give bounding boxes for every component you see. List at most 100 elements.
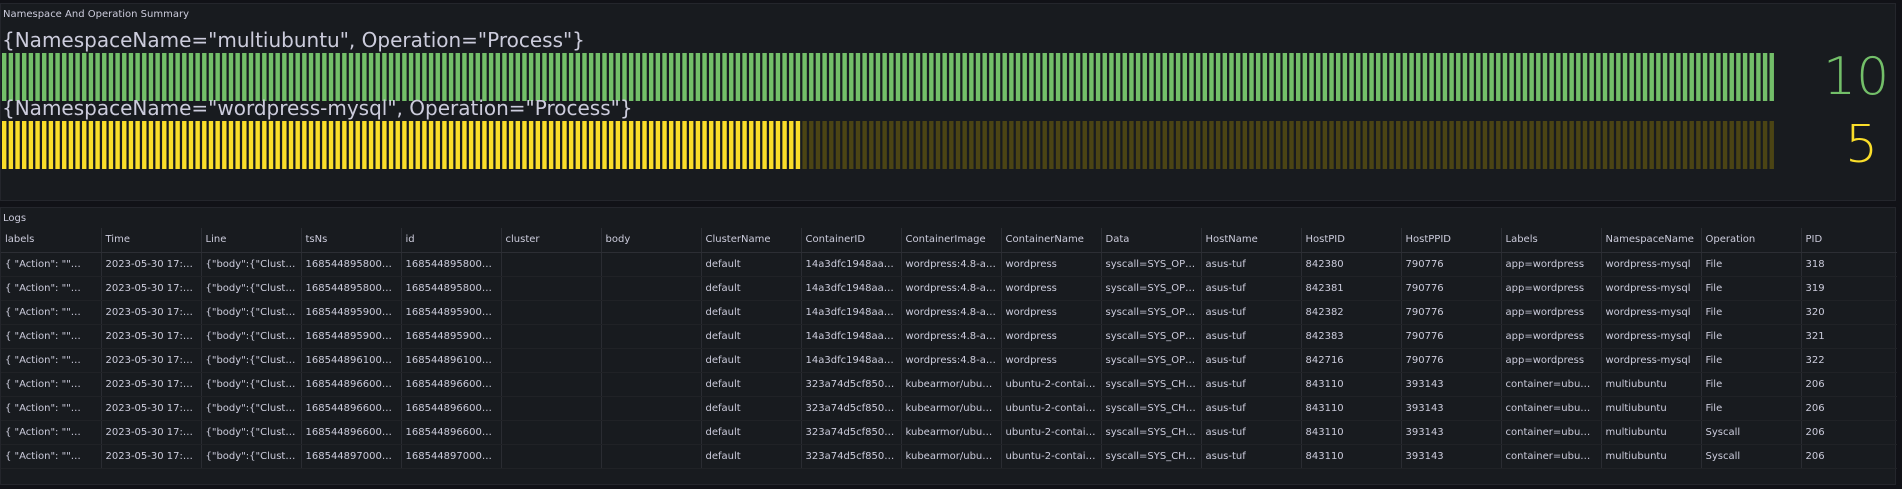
cell-hostpid: 843110	[1300, 444, 1401, 469]
column-header-labels[interactable]: labels	[1, 228, 101, 253]
cell-labels: { "Action": ""…	[1, 300, 101, 325]
cell-labels: { "Action": ""…	[1, 276, 101, 301]
column-header-hostpid[interactable]: HostPID	[1300, 228, 1401, 253]
cell-time: 2023-05-30 17:46…	[100, 444, 201, 469]
column-header-operation[interactable]: Operation	[1700, 228, 1801, 253]
logs-table: labels Time Line tsNs id cluster body ClusterNa…	[1, 228, 1897, 469]
cell-pid: 206	[1800, 396, 1897, 421]
cell-line: {"body":{"ClusterN…	[200, 396, 301, 421]
bar-gauge-multiubuntu	[2, 53, 1782, 101]
cell-line: {"body":{"ClusterN…	[200, 420, 301, 445]
cell-cluster	[500, 372, 601, 397]
cell-time: 2023-05-30 17:46…	[100, 396, 201, 421]
cell-clustername: default	[700, 252, 801, 277]
cell-hostppid: 790776	[1400, 300, 1501, 325]
cell-time: 2023-05-30 17:45…	[100, 324, 201, 349]
cell-hostname: asus-tuf	[1200, 420, 1301, 445]
cell-time: 2023-05-30 17:45…	[100, 300, 201, 325]
cell-data: syscall=SYS_CHO…	[1100, 372, 1201, 397]
cell-hostname: asus-tuf	[1200, 372, 1301, 397]
cell-id: 16854489610000…	[400, 348, 501, 373]
cell-containerimage: wordpress:4.8-ap…	[900, 348, 1001, 373]
cell-containerid: 323a74d5cf850d…	[800, 396, 901, 421]
table-row[interactable]: { "Action": ""… 2023-05-30 17:46… {"body":…	[1, 444, 1897, 469]
cell-namespacename: multiubuntu	[1600, 444, 1701, 469]
cell-body	[600, 420, 701, 445]
table-row[interactable]: { "Action": ""… 2023-05-30 17:46… {"body":…	[1, 372, 1897, 397]
cell-id: 16854489590000…	[400, 324, 501, 349]
cell-hostpid: 842380	[1300, 252, 1401, 277]
column-header-cluster[interactable]: cluster	[500, 228, 601, 253]
cell-body	[600, 252, 701, 277]
table-row[interactable]: { "Action": ""… 2023-05-30 17:45… {"body":…	[1, 252, 1897, 277]
cell-hostname: asus-tuf	[1200, 324, 1301, 349]
cell-containerimage: kubearmor/ubuntu…	[900, 444, 1001, 469]
column-header-tsns[interactable]: tsNs	[300, 228, 401, 253]
column-header-hostppid[interactable]: HostPPID	[1400, 228, 1501, 253]
table-row[interactable]: { "Action": ""… 2023-05-30 17:46… {"body":…	[1, 420, 1897, 445]
cell-labels: { "Action": ""…	[1, 372, 101, 397]
table-row[interactable]: { "Action": ""… 2023-05-30 17:45… {"body":…	[1, 324, 1897, 349]
column-header-namespacename[interactable]: NamespaceName	[1600, 228, 1701, 253]
cell-operation: Syscall	[1700, 420, 1801, 445]
cell-namespacename: wordpress-mysql	[1600, 324, 1701, 349]
column-header-hostname[interactable]: HostName	[1200, 228, 1301, 253]
cell-hostname: asus-tuf	[1200, 444, 1301, 469]
cell-containername: wordpress	[1000, 252, 1101, 277]
cell-hostppid: 393143	[1400, 372, 1501, 397]
cell-time: 2023-05-30 17:46…	[100, 420, 201, 445]
cell-body	[600, 444, 701, 469]
column-header-id[interactable]: id	[400, 228, 501, 253]
cell-tsns: 16854489580000…	[300, 276, 401, 301]
cell-body	[600, 300, 701, 325]
cell-containerid: 14a3dfc1948aad7…	[800, 252, 901, 277]
cell-hostpid: 843110	[1300, 372, 1401, 397]
cell-namespacename: multiubuntu	[1600, 420, 1701, 445]
cell-line: {"body":{"ClusterN…	[200, 444, 301, 469]
column-header-line[interactable]: Line	[200, 228, 301, 253]
cell-hostname: asus-tuf	[1200, 396, 1301, 421]
cell-containerimage: wordpress:4.8-ap…	[900, 252, 1001, 277]
cell-containerimage: wordpress:4.8-ap…	[900, 300, 1001, 325]
cell-containerimage: kubearmor/ubuntu…	[900, 396, 1001, 421]
cell-containername: wordpress	[1000, 300, 1101, 325]
cell-clustername: default	[700, 324, 801, 349]
cell-tsns: 16854489590000…	[300, 300, 401, 325]
column-header-clustername[interactable]: ClusterName	[700, 228, 801, 253]
cell-cluster	[500, 444, 601, 469]
table-row[interactable]: { "Action": ""… 2023-05-30 17:46… {"body":…	[1, 396, 1897, 421]
cell-hostpid: 843110	[1300, 420, 1401, 445]
cell-pid: 206	[1800, 420, 1897, 445]
column-header-labels[interactable]: Labels	[1500, 228, 1601, 253]
column-header-body[interactable]: body	[600, 228, 701, 253]
table-header-row: labels Time Line tsNs id cluster body ClusterNa…	[1, 228, 1897, 253]
cell-labels: container=ubuntu…	[1500, 396, 1601, 421]
column-header-pid[interactable]: PID	[1800, 228, 1897, 253]
table-row[interactable]: { "Action": ""… 2023-05-30 17:45… {"body":…	[1, 300, 1897, 325]
column-header-data[interactable]: Data	[1100, 228, 1201, 253]
cell-containername: ubuntu-2-container	[1000, 396, 1101, 421]
cell-body	[600, 396, 701, 421]
column-header-containername[interactable]: ContainerName	[1000, 228, 1101, 253]
cell-tsns: 16854489590000…	[300, 324, 401, 349]
cell-data: syscall=SYS_OPE…	[1100, 300, 1201, 325]
cell-operation: File	[1700, 252, 1801, 277]
table-row[interactable]: { "Action": ""… 2023-05-30 17:45… {"body":…	[1, 276, 1897, 301]
cell-containerid: 14a3dfc1948aad7…	[800, 348, 901, 373]
panel-title[interactable]: Logs	[3, 213, 26, 224]
column-header-containerid[interactable]: ContainerID	[800, 228, 901, 253]
panel-title[interactable]: Namespace And Operation Summary	[3, 9, 189, 20]
cell-hostppid: 393143	[1400, 444, 1501, 469]
cell-line: {"body":{"ClusterN…	[200, 348, 301, 373]
cell-time: 2023-05-30 17:45…	[100, 276, 201, 301]
cell-hostname: asus-tuf	[1200, 252, 1301, 277]
cell-clustername: default	[700, 348, 801, 373]
table-row[interactable]: { "Action": ""… 2023-05-30 17:46… {"body":…	[1, 348, 1897, 373]
cell-id: 16854489590000…	[400, 300, 501, 325]
cell-pid: 318	[1800, 252, 1897, 277]
cell-cluster	[500, 420, 601, 445]
column-header-time[interactable]: Time	[100, 228, 201, 253]
cell-hostppid: 790776	[1400, 276, 1501, 301]
column-header-containerimage[interactable]: ContainerImage	[900, 228, 1001, 253]
cell-labels: { "Action": ""…	[1, 324, 101, 349]
